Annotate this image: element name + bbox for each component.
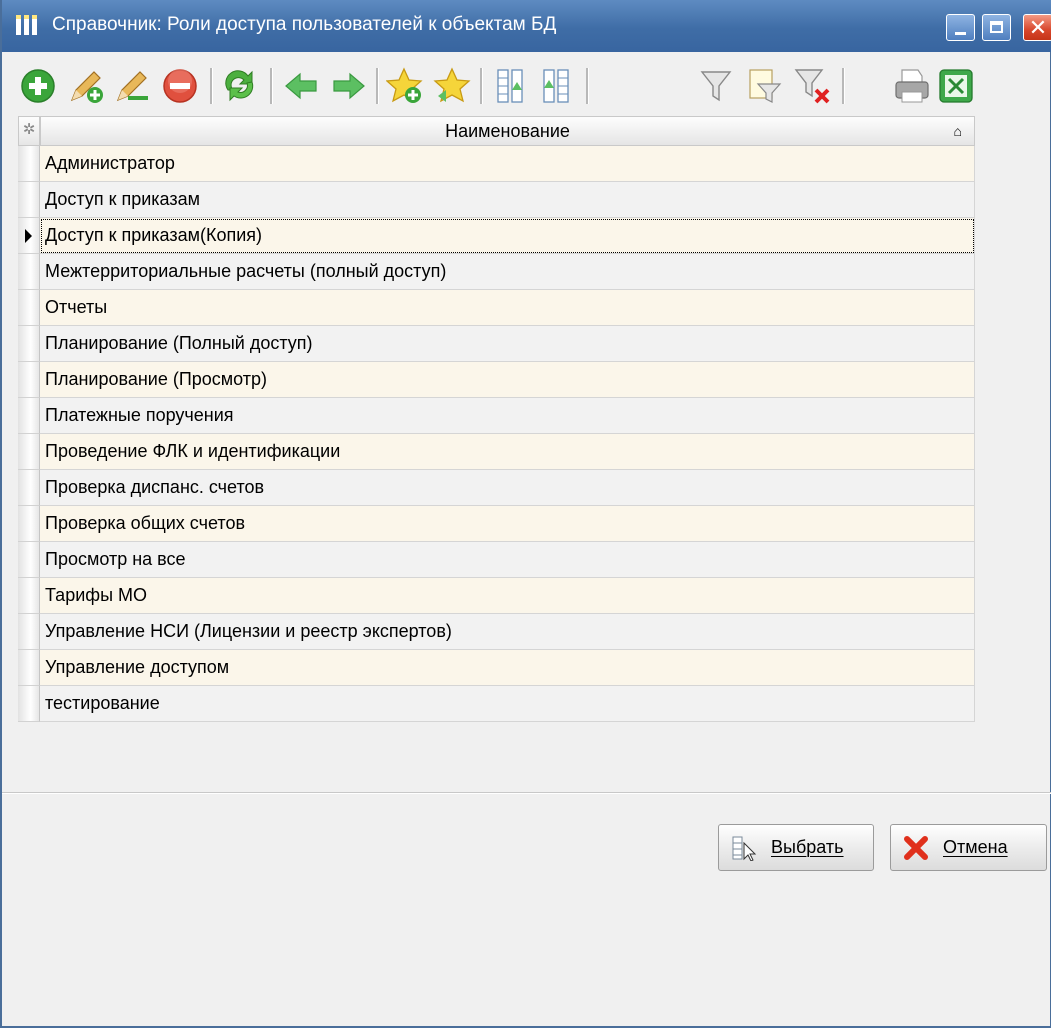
refresh-icon[interactable] [220, 66, 260, 106]
add-icon[interactable] [18, 66, 58, 106]
role-name-cell[interactable]: тестирование [40, 686, 975, 722]
maximize-icon [990, 21, 1003, 33]
toolbar-separator [376, 68, 379, 104]
table-row[interactable]: Тарифы МО [18, 578, 975, 614]
table-row[interactable]: Проверка диспанс. счетов [18, 470, 975, 506]
role-name-cell[interactable]: Управление доступом [40, 650, 975, 686]
collapse-columns-icon[interactable] [536, 66, 576, 106]
row-indicator[interactable] [18, 434, 40, 470]
table-row[interactable]: Проведение ФЛК и идентификации [18, 434, 975, 470]
row-indicator[interactable] [18, 650, 40, 686]
close-icon: ✕ [1028, 15, 1048, 40]
print-icon[interactable] [892, 66, 932, 106]
table-row[interactable]: Управление доступом [18, 650, 975, 686]
window-title: Справочник: Роли доступа пользователей к… [52, 14, 557, 35]
table-row[interactable]: тестирование [18, 686, 975, 722]
table-row[interactable]: Планирование (Полный доступ) [18, 326, 975, 362]
role-name-cell[interactable]: Тарифы МО [40, 578, 975, 614]
table-row[interactable]: Планирование (Просмотр) [18, 362, 975, 398]
column-header-label: Наименование [445, 121, 570, 141]
role-name-cell[interactable]: Просмотр на все [40, 542, 975, 578]
select-cursor-icon [732, 836, 757, 861]
filter-edit-icon[interactable] [744, 66, 784, 106]
role-name-cell[interactable]: Платежные поручения [40, 398, 975, 434]
close-button[interactable]: ✕ [1023, 14, 1051, 41]
table-row[interactable]: Платежные поручения [18, 398, 975, 434]
toolbar-separator [480, 68, 483, 104]
row-indicator[interactable] [18, 578, 40, 614]
table-row[interactable]: Доступ к приказам(Копия) [18, 218, 975, 254]
row-indicator[interactable] [18, 182, 40, 218]
role-name-cell[interactable]: Администратор [40, 146, 975, 182]
cancel-button[interactable]: Отмена [890, 824, 1047, 871]
row-indicator[interactable] [18, 254, 40, 290]
role-name-cell[interactable]: Управление НСИ (Лицензии и реестр экспер… [40, 614, 975, 650]
filter-icon[interactable] [696, 66, 736, 106]
back-icon[interactable] [282, 66, 322, 106]
table-row[interactable]: Межтерриториальные расчеты (полный досту… [18, 254, 975, 290]
table-row[interactable]: Проверка общих счетов [18, 506, 975, 542]
filter-clear-icon[interactable] [792, 66, 832, 106]
toolbar-separator [586, 68, 589, 104]
row-indicator[interactable] [18, 218, 40, 254]
role-name-cell[interactable]: Планирование (Просмотр) [40, 362, 975, 398]
edit-icon[interactable] [112, 66, 152, 106]
grid-body: Администратор Доступ к приказам Доступ к п… [18, 146, 975, 722]
expand-columns-icon[interactable] [490, 66, 530, 106]
roles-grid: ✲ Наименование ⌂ Администратор Доступ к п… [18, 116, 975, 722]
role-name-cell[interactable]: Планирование (Полный доступ) [40, 326, 975, 362]
role-name-cell[interactable]: Проверка диспанс. счетов [40, 470, 975, 506]
favorites-icon[interactable] [432, 66, 472, 106]
row-indicator[interactable] [18, 614, 40, 650]
minimize-button[interactable] [946, 14, 975, 41]
table-row[interactable]: Управление НСИ (Лицензии и реестр экспер… [18, 614, 975, 650]
toolbar-separator [210, 68, 213, 104]
minimize-icon [955, 32, 966, 35]
app-icon [16, 15, 40, 36]
maximize-button[interactable] [982, 14, 1011, 41]
grid-header: ✲ Наименование ⌂ [18, 116, 975, 146]
select-button[interactable]: Выбрать [718, 824, 874, 871]
toolbar-separator [270, 68, 273, 104]
toolbar-separator [842, 68, 845, 104]
row-indicator[interactable] [18, 326, 40, 362]
row-indicator[interactable] [18, 362, 40, 398]
delete-icon[interactable] [160, 66, 200, 106]
row-indicator[interactable] [18, 506, 40, 542]
select-all-corner[interactable]: ✲ [18, 116, 40, 146]
column-header-name[interactable]: Наименование ⌂ [40, 116, 975, 146]
table-row[interactable]: Доступ к приказам [18, 182, 975, 218]
table-row[interactable]: Просмотр на все [18, 542, 975, 578]
role-name-cell[interactable]: Доступ к приказам [40, 182, 975, 218]
title-bar[interactable]: Справочник: Роли доступа пользователей к… [2, 0, 1051, 52]
add-favorite-icon[interactable] [386, 66, 426, 106]
select-button-label: Выбрать [771, 837, 844, 857]
table-row[interactable]: Отчеты [18, 290, 975, 326]
row-indicator[interactable] [18, 470, 40, 506]
add-copy-icon[interactable] [66, 66, 106, 106]
forward-icon[interactable] [328, 66, 368, 106]
role-name-cell[interactable]: Отчеты [40, 290, 975, 326]
role-name-cell[interactable]: Межтерриториальные расчеты (полный досту… [40, 254, 975, 290]
role-name-cell[interactable]: Проверка общих счетов [40, 506, 975, 542]
row-indicator[interactable] [18, 290, 40, 326]
cancel-icon [904, 836, 928, 860]
sort-icon: ⌂ [953, 123, 962, 139]
current-row-arrow-icon [25, 229, 32, 243]
row-indicator[interactable] [18, 146, 40, 182]
role-name-cell[interactable]: Проведение ФЛК и идентификации [40, 434, 975, 470]
row-indicator[interactable] [18, 686, 40, 722]
role-name-cell[interactable]: Доступ к приказам(Копия) [40, 218, 975, 254]
toolbar [12, 60, 1042, 110]
cancel-button-label: Отмена [943, 837, 1008, 857]
dialog-window: Справочник: Роли доступа пользователей к… [0, 0, 1051, 1028]
row-indicator[interactable] [18, 542, 40, 578]
row-indicator[interactable] [18, 398, 40, 434]
table-row[interactable]: Администратор [18, 146, 975, 182]
excel-export-icon[interactable] [936, 66, 976, 106]
